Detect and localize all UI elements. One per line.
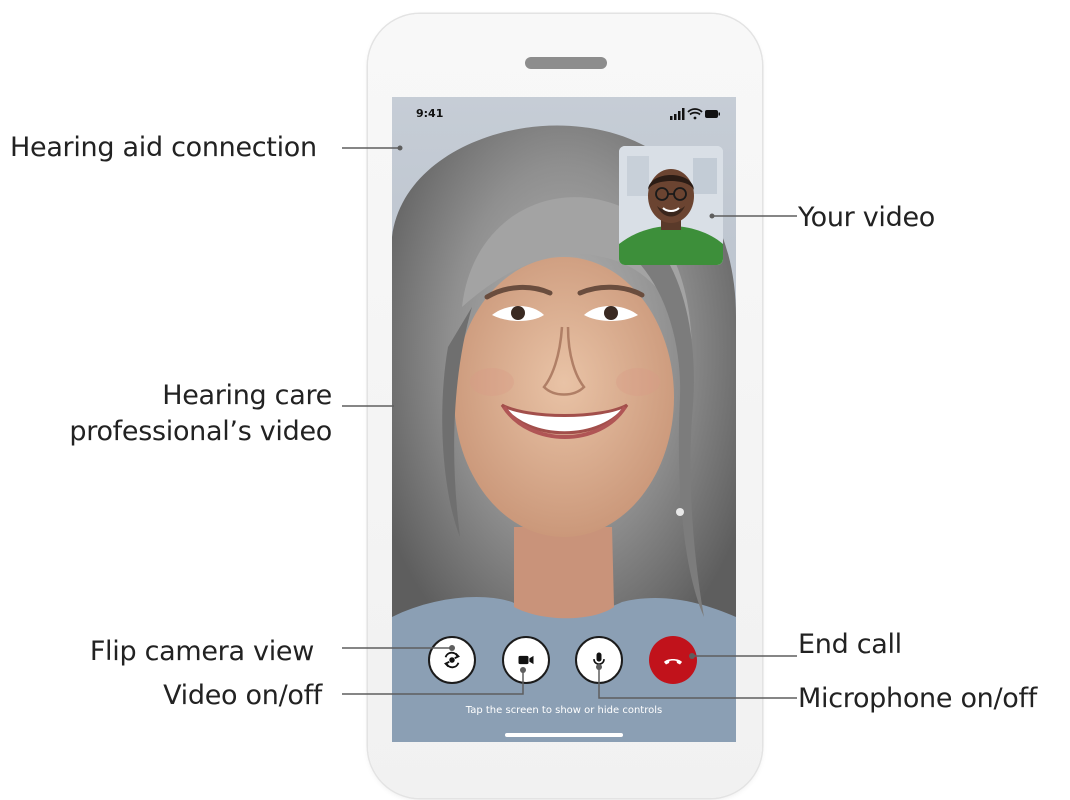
your-video[interactable] — [619, 146, 723, 265]
tap-hint: Tap the screen to show or hide controls — [465, 705, 663, 716]
label-your-video: Your video — [798, 202, 935, 233]
microphone-toggle-button[interactable] — [575, 636, 623, 684]
microphone-icon — [593, 652, 605, 668]
label-hcp-video-line1: Hearing care — [162, 380, 332, 411]
status-icons — [670, 108, 720, 120]
label-end-call: End call — [798, 629, 902, 660]
end-call-button[interactable] — [649, 636, 697, 684]
phone-hangup-icon — [664, 659, 682, 665]
video-camera-icon — [518, 655, 534, 665]
label-video-on-off: Video on/off — [163, 680, 322, 711]
phone-speaker — [525, 57, 607, 69]
label-flip-camera-view: Flip camera view — [89, 636, 314, 667]
your-video-image — [619, 146, 723, 265]
label-hearing-aid-connection: Hearing aid connection — [10, 132, 317, 163]
phone-screen: 9:41 Tap the screen to show or hide cont… — [392, 97, 736, 742]
home-indicator[interactable] — [505, 733, 623, 737]
video-toggle-button[interactable] — [502, 636, 550, 684]
signal-icon — [670, 108, 685, 120]
label-hcp-video-line2: professional’s video — [69, 416, 332, 447]
label-microphone-on-off: Microphone on/off — [798, 683, 1037, 714]
flip-camera-button[interactable] — [428, 636, 476, 684]
wifi-icon — [687, 108, 703, 120]
status-time: 9:41 — [416, 107, 444, 120]
flip-camera-icon — [444, 651, 460, 669]
battery-icon — [705, 110, 720, 118]
